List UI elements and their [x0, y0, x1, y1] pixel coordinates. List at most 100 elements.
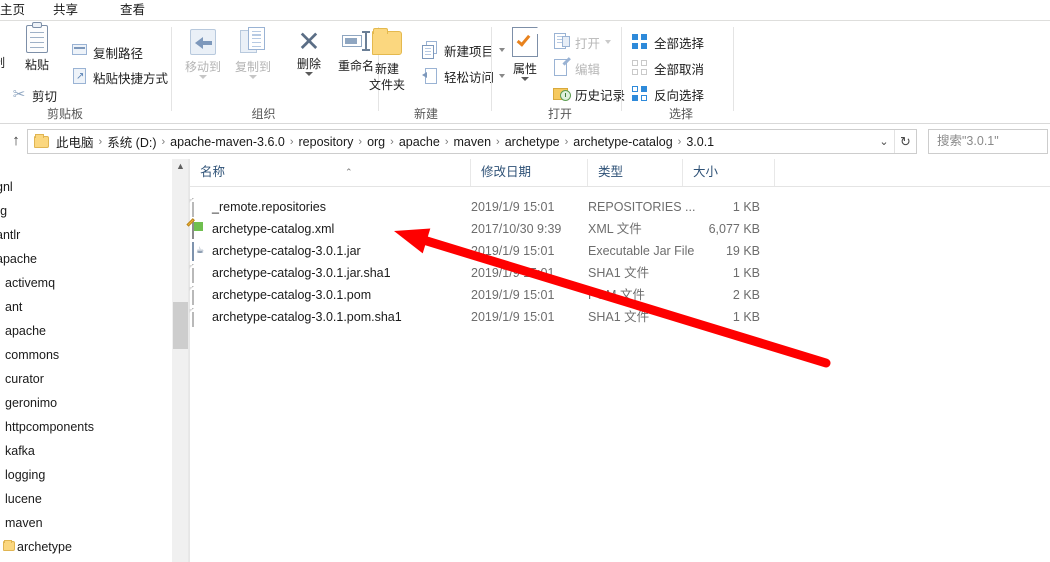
properties-button[interactable]: 属性: [498, 27, 552, 81]
search-input[interactable]: 搜索"3.0.1": [928, 129, 1048, 154]
column-header-name[interactable]: 名称 ⌃: [190, 159, 471, 186]
delete-button[interactable]: ✕ 删除: [282, 25, 336, 76]
nav-item-maven[interactable]: maven: [5, 511, 172, 535]
history-button[interactable]: 历史记录: [553, 83, 625, 105]
nav-item-geronimo[interactable]: geronimo: [5, 391, 172, 415]
new-item-label: 新建项目: [444, 44, 495, 59]
nav-item-label: apache: [5, 324, 47, 338]
copy-icon: [0, 23, 4, 51]
ribbon-group-open: 属性 打开 编辑 历史记录 打开: [498, 21, 625, 124]
select-all-label: 全部选择: [654, 36, 705, 51]
open-label: 打开: [575, 36, 601, 51]
move-to-button[interactable]: 移动到: [176, 25, 230, 79]
file-name: archetype-catalog-3.0.1.pom: [212, 288, 372, 302]
group-title-clipboard: 剪贴板: [46, 107, 83, 121]
jar-file-icon: ☕: [192, 242, 208, 261]
navigation-scrollbar[interactable]: ▲: [172, 159, 189, 562]
nav-item-gnl[interactable]: gnl: [0, 175, 172, 199]
breadcrumb-item-3[interactable]: repository: [296, 135, 357, 149]
column-header-row: 名称 ⌃ 修改日期 类型 大小: [190, 159, 1050, 187]
navigation-pane[interactable]: gnl rg antlr apache activemq ant apache …: [0, 159, 172, 562]
nav-item-ant[interactable]: ant: [5, 295, 172, 319]
table-row[interactable]: ☕ archetype-catalog-3.0.1.jar 2019/1/9 1…: [190, 240, 1050, 262]
breadcrumb-item-1[interactable]: 系统 (D:): [104, 132, 159, 151]
new-item-button[interactable]: 新建项目: [422, 39, 506, 61]
copy-path-button[interactable]: 复制路径: [71, 41, 143, 63]
nav-item-archetype[interactable]: archetype: [3, 535, 172, 559]
nav-item-apache-2[interactable]: apache: [5, 319, 172, 343]
nav-item-antlr[interactable]: antlr: [0, 223, 172, 247]
table-row[interactable]: archetype-catalog-3.0.1.pom 2019/1/9 15:…: [190, 284, 1050, 306]
easy-access-button[interactable]: 轻松访问: [422, 65, 506, 87]
column-header-type[interactable]: 类型: [588, 159, 683, 186]
table-row[interactable]: archetype-catalog.xml 2017/10/30 9:39 XM…: [186, 218, 1050, 240]
column-header-date[interactable]: 修改日期: [471, 159, 588, 186]
chevron-down-icon[interactable]: ⌄: [874, 135, 894, 148]
nav-item-activemq[interactable]: activemq: [5, 271, 172, 295]
nav-item-httpcomponents[interactable]: httpcomponents: [5, 415, 172, 439]
file-type: XML 文件: [588, 222, 642, 236]
nav-item-apache[interactable]: apache: [0, 247, 172, 271]
scroll-up-icon[interactable]: ▲: [172, 159, 189, 176]
file-size: 6,077 KB: [708, 222, 760, 236]
edit-button[interactable]: 编辑: [553, 57, 600, 79]
new-item-icon: [422, 41, 440, 59]
nav-item-0[interactable]: [0, 159, 172, 175]
invert-selection-button[interactable]: 反向选择: [632, 83, 704, 105]
breadcrumb-sep-icon: ›: [98, 135, 103, 148]
scrollbar-thumb[interactable]: [173, 302, 188, 349]
nav-item-curator[interactable]: curator: [5, 367, 172, 391]
file-name: archetype-catalog-3.0.1.jar.sha1: [212, 266, 391, 280]
breadcrumb-sep-icon: ›: [444, 135, 449, 148]
file-size: 2 KB: [732, 288, 760, 302]
new-folder-icon: [372, 28, 402, 55]
breadcrumb-item-0[interactable]: 此电脑: [53, 132, 97, 151]
edit-icon: [553, 57, 571, 77]
paste-button[interactable]: 粘贴: [10, 22, 64, 72]
new-folder-button[interactable]: 新建 文件夹: [360, 28, 414, 92]
nav-item-lucene[interactable]: lucene: [5, 487, 172, 511]
file-size: 1 KB: [732, 200, 760, 214]
table-row[interactable]: _remote.repositories 2019/1/9 15:01 REPO…: [190, 196, 1050, 218]
breadcrumb-item-6[interactable]: maven: [451, 135, 495, 149]
up-one-level-button[interactable]: ↑: [7, 132, 25, 150]
table-row[interactable]: archetype-catalog-3.0.1.jar.sha1 2019/1/…: [190, 262, 1050, 284]
file-type: Executable Jar File: [588, 244, 695, 258]
select-none-button[interactable]: 全部取消: [632, 57, 704, 79]
breadcrumb[interactable]: 此电脑 › 系统 (D:) › apache-maven-3.6.0 › rep…: [27, 129, 917, 154]
column-header-size[interactable]: 大小: [683, 159, 775, 186]
blank-file-icon: [192, 198, 208, 217]
nav-item-kafka[interactable]: kafka: [5, 439, 172, 463]
breadcrumb-item-4[interactable]: org: [364, 135, 388, 149]
select-all-button[interactable]: 全部选择: [632, 31, 704, 53]
nav-item-commons[interactable]: commons: [5, 343, 172, 367]
nav-item-label: logging: [5, 468, 46, 482]
tab-view[interactable]: 查看: [110, 0, 155, 21]
xml-file-icon: [186, 218, 208, 239]
select-none-label: 全部取消: [654, 62, 705, 77]
breadcrumb-item-5[interactable]: apache: [396, 135, 443, 149]
breadcrumb-item-9[interactable]: 3.0.1: [683, 135, 717, 149]
copy-to-icon: [240, 27, 266, 55]
open-icon: [553, 33, 571, 51]
nav-item-rg[interactable]: rg: [0, 199, 172, 223]
scissors-icon: ✂: [12, 86, 26, 103]
file-date: 2019/1/9 15:01: [471, 244, 555, 258]
table-row[interactable]: archetype-catalog-3.0.1.pom.sha1 2019/1/…: [190, 306, 1050, 328]
open-caret-icon[interactable]: [605, 40, 612, 44]
breadcrumb-item-8[interactable]: archetype-catalog: [570, 135, 675, 149]
open-button[interactable]: 打开: [553, 31, 612, 53]
nav-item-label: kafka: [5, 444, 35, 458]
tab-share[interactable]: 共享: [43, 0, 88, 21]
nav-item-logging[interactable]: logging: [5, 463, 172, 487]
tab-home[interactable]: 主页: [0, 0, 35, 21]
refresh-icon[interactable]: ↻: [894, 130, 916, 153]
copy-to-button[interactable]: 复制到: [226, 25, 280, 79]
invert-selection-label: 反向选择: [654, 88, 705, 103]
nav-item-label: geronimo: [5, 396, 58, 410]
breadcrumb-item-7[interactable]: archetype: [502, 135, 563, 149]
ribbon-group-new: 新建 文件夹 新建项目 轻松访问 新建: [360, 21, 506, 124]
cut-button[interactable]: ✂ 剪切: [10, 84, 57, 106]
paste-shortcut-button[interactable]: ↗ 粘贴快捷方式: [71, 66, 168, 88]
breadcrumb-item-2[interactable]: apache-maven-3.6.0: [167, 135, 288, 149]
